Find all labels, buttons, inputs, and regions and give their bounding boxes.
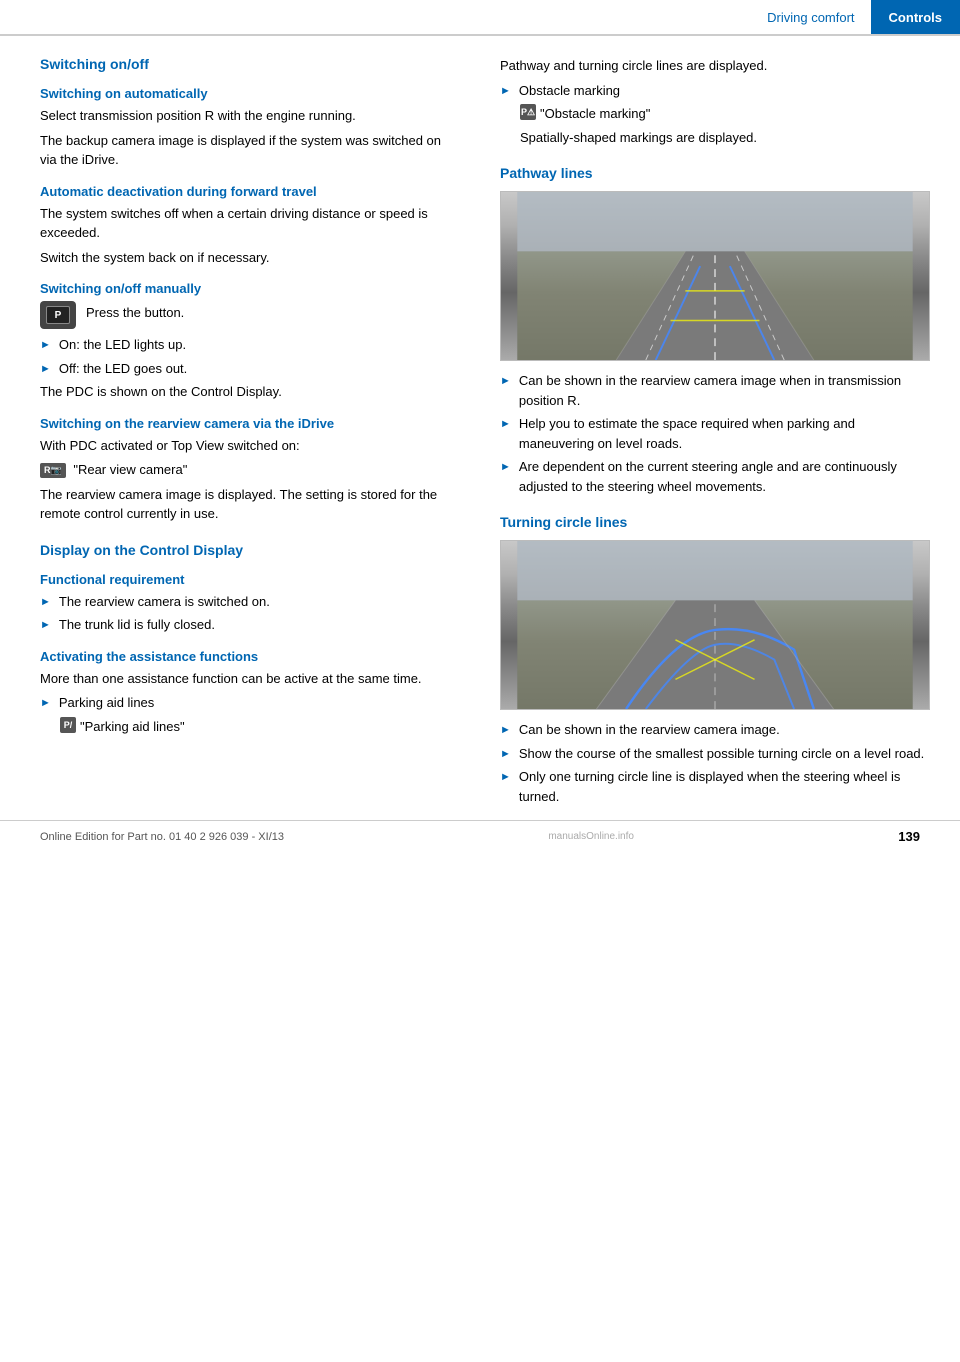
bullet-led-on: ► On: the LED lights up. <box>40 335 450 355</box>
subsection-activating-assistance: Activating the assistance functions <box>40 649 450 664</box>
bullet-one-turning-circle-text: Only one turning circle line is displaye… <box>519 767 930 806</box>
bullet-arrow-2: ► <box>40 361 51 378</box>
bullet-obstacle-text: Obstacle marking <box>519 81 930 101</box>
body-pathway-turning-displayed: Pathway and turning circle lines are dis… <box>500 56 930 76</box>
body-pdc-control-display: The PDC is shown on the Control Display. <box>40 382 450 402</box>
bullet-obstacle-marking: ► Obstacle marking <box>500 81 930 101</box>
bullet-trunk-closed: ► The trunk lid is fully closed. <box>40 615 450 635</box>
obstacle-marking-label: "Obstacle marking" <box>540 104 650 124</box>
bullet-led-off-text: Off: the LED goes out. <box>59 359 450 379</box>
turning-circle-svg <box>501 541 929 709</box>
bullet-arrow-5: ► <box>40 695 51 712</box>
bullet-arrow-11: ► <box>500 746 511 763</box>
bullet-smallest-turning: ► Show the course of the smallest possib… <box>500 744 930 764</box>
bullet-led-on-text: On: the LED lights up. <box>59 335 450 355</box>
bullet-pathway-rearview: ► Can be shown in the rearview camera im… <box>500 371 930 410</box>
page-footer: Online Edition for Part no. 01 40 2 926 … <box>0 820 960 852</box>
bullet-estimate-space: ► Help you to estimate the space require… <box>500 414 930 453</box>
bullet-arrow-3: ► <box>40 594 51 611</box>
bullet-estimate-space-text: Help you to estimate the space required … <box>519 414 930 453</box>
bullet-rearview-on-text: The rearview camera is switched on. <box>59 592 450 612</box>
obstacle-icon: P⚠ <box>520 104 536 120</box>
section-turning-circle-lines: Turning circle lines <box>500 514 930 530</box>
page-number: 139 <box>898 829 920 844</box>
pathway-lines-svg <box>501 192 929 360</box>
subsection-functional-requirement: Functional requirement <box>40 572 450 587</box>
subsection-switching-on-automatically: Switching on automatically <box>40 86 450 101</box>
bullet-one-turning-circle: ► Only one turning circle line is displa… <box>500 767 930 806</box>
bullet-parking-aid-lines: ► Parking aid lines <box>40 693 450 713</box>
header-controls: Controls <box>871 0 960 34</box>
section-display-control: Display on the Control Display <box>40 542 450 558</box>
pathway-lines-image <box>500 191 930 361</box>
indented-obstacle-icon: P⚠ "Obstacle marking" <box>500 104 930 124</box>
bullet-arrow-6: ► <box>500 83 511 100</box>
right-column: Pathway and turning circle lines are dis… <box>480 56 960 810</box>
main-content: Switching on/off Switching on automatica… <box>0 36 960 820</box>
subsection-switching-rearview: Switching on the rearview camera via the… <box>40 416 450 431</box>
bullet-turning-rearview: ► Can be shown in the rearview camera im… <box>500 720 930 740</box>
watermark-text: manualsOnline.info <box>548 831 634 842</box>
body-text-system-switches: The system switches off when a certain d… <box>40 204 450 243</box>
body-text-backup-camera: The backup camera image is displayed if … <box>40 131 450 170</box>
bullet-rearview-on: ► The rearview camera is switched on. <box>40 592 450 612</box>
bullet-arrow-1: ► <box>40 337 51 354</box>
bullet-pathway-rearview-text: Can be shown in the rearview camera imag… <box>519 371 930 410</box>
main-title: Switching on/off <box>40 56 450 72</box>
press-button-text: Press the button. <box>86 303 184 323</box>
bullet-turning-rearview-text: Can be shown in the rearview camera imag… <box>519 720 930 740</box>
bullet-parking-aid-text: Parking aid lines <box>59 693 450 713</box>
body-with-pdc: With PDC activated or Top View switched … <box>40 436 450 456</box>
bullet-arrow-10: ► <box>500 722 511 739</box>
bullet-trunk-closed-text: The trunk lid is fully closed. <box>59 615 450 635</box>
body-text-select-transmission: Select transmission position R with the … <box>40 106 450 126</box>
bullet-arrow-9: ► <box>500 459 511 476</box>
bullet-arrow-7: ► <box>500 373 511 390</box>
bullet-arrow-12: ► <box>500 769 511 786</box>
body-more-than-one: More than one assistance function can be… <box>40 669 450 689</box>
pdc-button-inner: P <box>46 306 70 324</box>
subsection-switching-onoff-manually: Switching on/off manually <box>40 281 450 296</box>
body-rear-view-camera-label: R📷 "Rear view camera" <box>40 460 450 480</box>
bullet-smallest-turning-text: Show the course of the smallest possible… <box>519 744 930 764</box>
subsection-auto-deactivation: Automatic deactivation during forward tr… <box>40 184 450 199</box>
left-column: Switching on/off Switching on automatica… <box>0 56 480 810</box>
body-text-switch-back: Switch the system back on if necessary. <box>40 248 450 268</box>
r-symbol: R📷 <box>40 463 66 479</box>
header-driving-comfort: Driving comfort <box>751 10 870 25</box>
bullet-arrow-4: ► <box>40 617 51 634</box>
parking-aid-lines-label: "Parking aid lines" <box>80 717 185 737</box>
footer-edition-text: Online Edition for Part no. 01 40 2 926 … <box>40 831 284 843</box>
turning-circle-image <box>500 540 930 710</box>
page-header: Driving comfort Controls <box>0 0 960 36</box>
pdc-button-icon: P <box>40 301 76 329</box>
section-pathway-lines: Pathway lines <box>500 165 930 181</box>
bullet-led-off: ► Off: the LED goes out. <box>40 359 450 379</box>
indented-parking-aid-icon: P/ "Parking aid lines" <box>40 717 450 737</box>
parking-icon: P/ <box>60 717 76 733</box>
bullet-steering-angle: ► Are dependent on the current steering … <box>500 457 930 496</box>
pdc-p-symbol: P <box>55 310 62 321</box>
button-icon-row: P Press the button. <box>40 301 450 329</box>
bullet-arrow-8: ► <box>500 416 511 433</box>
body-rearview-displayed: The rearview camera image is displayed. … <box>40 485 450 524</box>
body-spatially-shaped: Spatially-shaped markings are displayed. <box>500 128 930 148</box>
bullet-steering-angle-text: Are dependent on the current steering an… <box>519 457 930 496</box>
